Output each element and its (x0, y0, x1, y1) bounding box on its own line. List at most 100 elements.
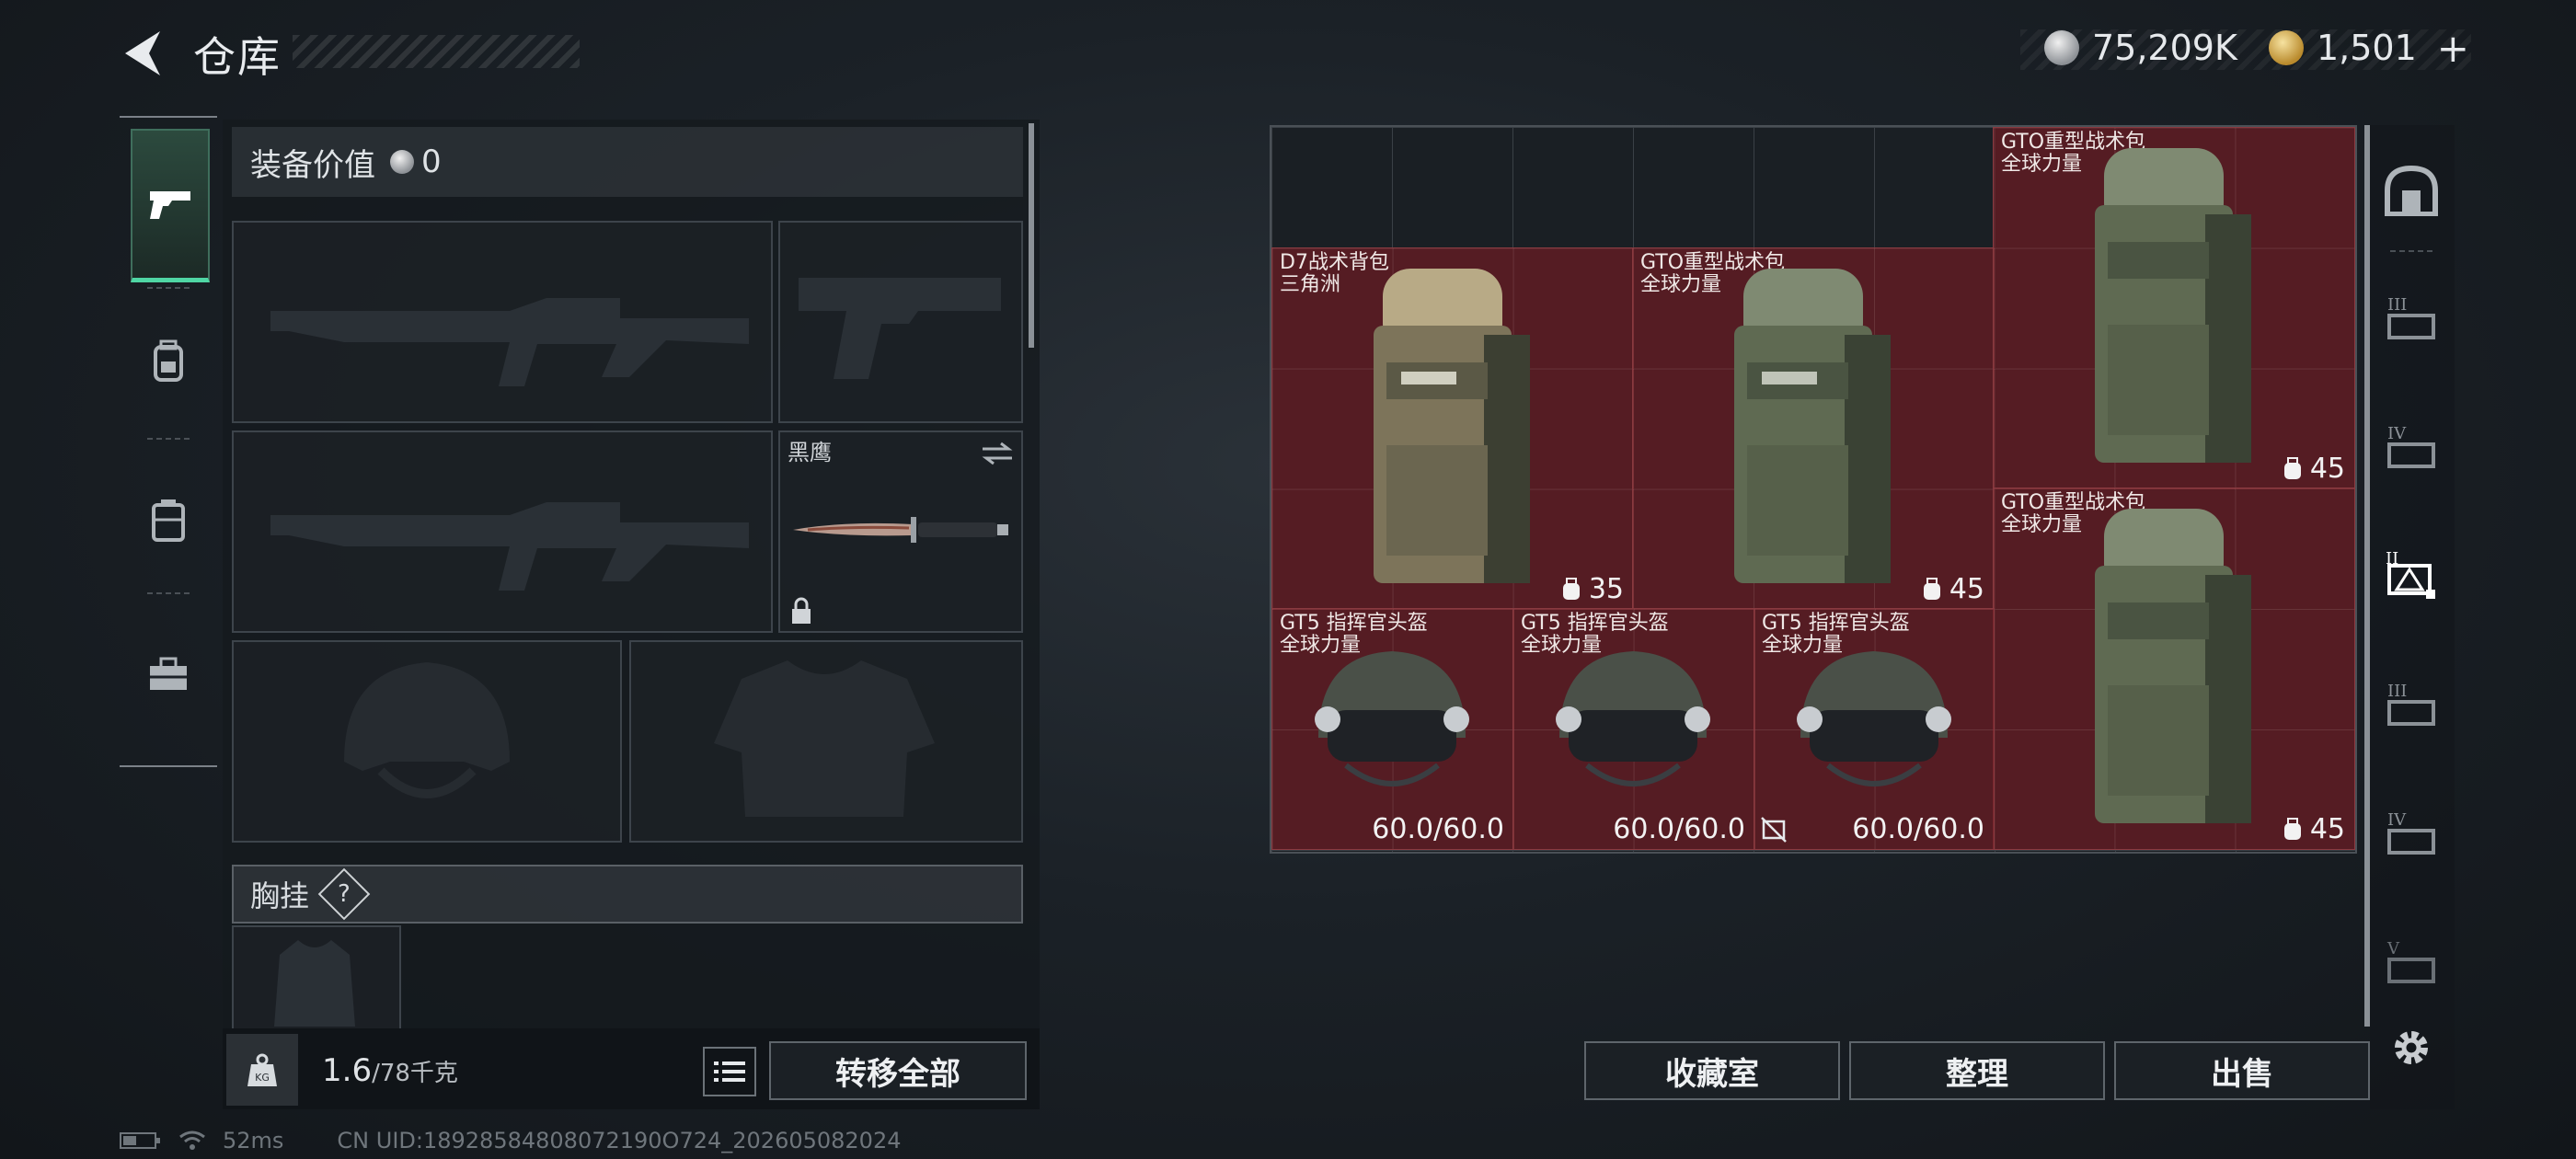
back-arrow-icon[interactable] (118, 28, 164, 79)
helmet-silhouette-icon (344, 662, 510, 798)
list-icon (714, 1061, 745, 1082)
gold-amount: 1,501 (2317, 28, 2417, 68)
backpack-capacity-icon (2283, 456, 2301, 479)
warehouse-all-tab[interactable] (2379, 158, 2444, 223)
item-durability: 60.0/60.0 (1613, 813, 1745, 845)
item-capacity: 45 (2281, 453, 2345, 485)
storage-page-tab[interactable]: IV (2379, 800, 2444, 865)
knife-icon (793, 517, 1008, 543)
rifle-silhouette-icon (270, 298, 749, 386)
body-armor-slot[interactable] (629, 640, 1023, 843)
tab-weapons[interactable] (131, 129, 210, 282)
storage-tier-icon: IV (2387, 424, 2435, 468)
backpack-capacity-icon (1923, 577, 1940, 600)
page-title: 仓库 (193, 32, 282, 82)
weight-max: /78千克 (372, 1060, 458, 1087)
status-bar: 52ms CN UID:18928584808072190O724_202605… (120, 1128, 902, 1153)
toolbox-icon (150, 657, 187, 690)
storage-item-backpack[interactable]: GTO重型战术包 全球力量 45 (1993, 488, 2355, 850)
storage-item-backpack[interactable]: GTO重型战术包 全球力量 45 (1632, 247, 1995, 610)
storage-scrollbar[interactable] (2364, 125, 2370, 1027)
backpack-icon (2095, 509, 2251, 823)
tab-separator (2390, 250, 2432, 252)
chest-rig-label: 胸挂 (250, 878, 310, 913)
svg-text:III: III (2387, 682, 2407, 701)
storage-page-tab[interactable]: III (2379, 671, 2444, 736)
storage-page-tab[interactable]: III (2379, 285, 2444, 350)
collection-button[interactable]: 收藏室 (1584, 1041, 1840, 1100)
tab-separator (147, 438, 190, 440)
lock-icon (792, 597, 811, 624)
ping: 52ms (223, 1128, 284, 1153)
storage-item-backpack[interactable]: GTO重型战术包 全球力量 45 (1993, 127, 2355, 489)
organize-button[interactable]: 整理 (1849, 1041, 2105, 1100)
settings-button[interactable] (2379, 1016, 2444, 1080)
helmet-icon (1315, 651, 1469, 786)
storage-item-helmet[interactable]: GT5 指挥官头盔 全球力量 60.0/60.0 (1512, 608, 1755, 850)
storage-page-tab[interactable]: V (2379, 929, 2444, 993)
armor-silhouette-icon (714, 660, 935, 817)
svg-text:IV: IV (2387, 424, 2407, 443)
helmet-icon (1556, 651, 1710, 786)
backpack-icon (154, 339, 183, 382)
sell-button[interactable]: 出售 (2114, 1041, 2370, 1100)
swap-icon[interactable] (981, 440, 1014, 467)
silver-amount: 75,209K (2092, 28, 2237, 68)
no-insurance-icon (1761, 817, 1787, 843)
silver-coin-icon (2044, 30, 2079, 65)
chest-rig-slot[interactable] (232, 925, 401, 1030)
pistol-silhouette-icon (799, 278, 1001, 379)
item-durability: 60.0/60.0 (1852, 813, 1984, 845)
storage-tier-icon: III (2387, 682, 2435, 726)
storage-page-tab-active[interactable]: II (2379, 543, 2444, 607)
tab-separator (147, 592, 190, 594)
title-decoration (293, 35, 580, 68)
melee-name: 黑鹰 (788, 440, 832, 465)
equipment-value-bar: 装备价值 0 (232, 127, 1023, 197)
helmet-slot[interactable] (232, 640, 622, 843)
svg-text:KG: KG (255, 1072, 270, 1084)
storage-page-tab[interactable]: IV (2379, 414, 2444, 478)
vest-icon (152, 499, 185, 542)
item-capacity: 45 (1920, 573, 1984, 605)
svg-text:V: V (2386, 939, 2400, 958)
chest-rig-silhouette-icon (274, 940, 355, 1027)
storage-item-helmet[interactable]: GT5 指挥官头盔 全球力量 60.0/60.0 (1754, 608, 1995, 850)
chest-rig-header: 胸挂 ? (232, 865, 1023, 924)
list-view-button[interactable] (703, 1047, 756, 1096)
svg-text:III: III (2387, 295, 2407, 315)
sidearm-slot[interactable] (778, 221, 1023, 423)
battery-icon (120, 1132, 160, 1149)
backpack-icon (1374, 269, 1530, 583)
add-currency-icon[interactable]: + (2437, 26, 2469, 71)
tab-toolbox[interactable] (131, 602, 206, 749)
storage-item-backpack[interactable]: D7战术背包 三角洲 35 (1271, 247, 1634, 610)
item-capacity: 35 (1559, 573, 1624, 605)
help-icon[interactable]: ? (317, 867, 371, 921)
carry-weight: 1.6/78千克 (322, 1052, 458, 1089)
pistol-icon (150, 191, 190, 219)
tab-vest[interactable] (131, 447, 206, 594)
transfer-all-button[interactable]: 转移全部 (769, 1041, 1027, 1100)
gold-coin-icon (2269, 30, 2304, 65)
tab-backpack[interactable] (131, 287, 206, 434)
storage-tier-icon: III (2387, 295, 2435, 339)
silver-currency[interactable]: 75,209K (2044, 26, 2237, 70)
item-capacity: 45 (2281, 813, 2345, 845)
silver-coin-icon (390, 150, 414, 174)
gold-currency[interactable]: 1,501 + (2269, 26, 2469, 71)
helmet-icon (1797, 651, 1951, 786)
weight-icon: KG (226, 1034, 298, 1106)
storage-item-helmet[interactable]: GT5 指挥官头盔 全球力量 60.0/60.0 (1271, 608, 1514, 850)
equipment-scrollbar[interactable] (1029, 123, 1034, 348)
melee-slot[interactable]: 黑鹰 (778, 430, 1023, 633)
rifle-silhouette-icon (270, 502, 749, 591)
storage-grid: D7战术背包 三角洲 35 GTO重型战术包 全球力量 45 GTO重型战术包 … (1270, 125, 2357, 854)
storage-tier-icon: II (2386, 549, 2435, 599)
storage-tier-icon: IV (2387, 810, 2435, 855)
primary-weapon-slot[interactable] (232, 221, 773, 423)
user-uid: CN UID:18928584808072190O724_20260508202… (337, 1128, 902, 1153)
weight-current: 1.6 (322, 1052, 373, 1089)
equipment-value-label: 装备价值 (250, 146, 375, 184)
secondary-weapon-slot[interactable] (232, 430, 773, 633)
